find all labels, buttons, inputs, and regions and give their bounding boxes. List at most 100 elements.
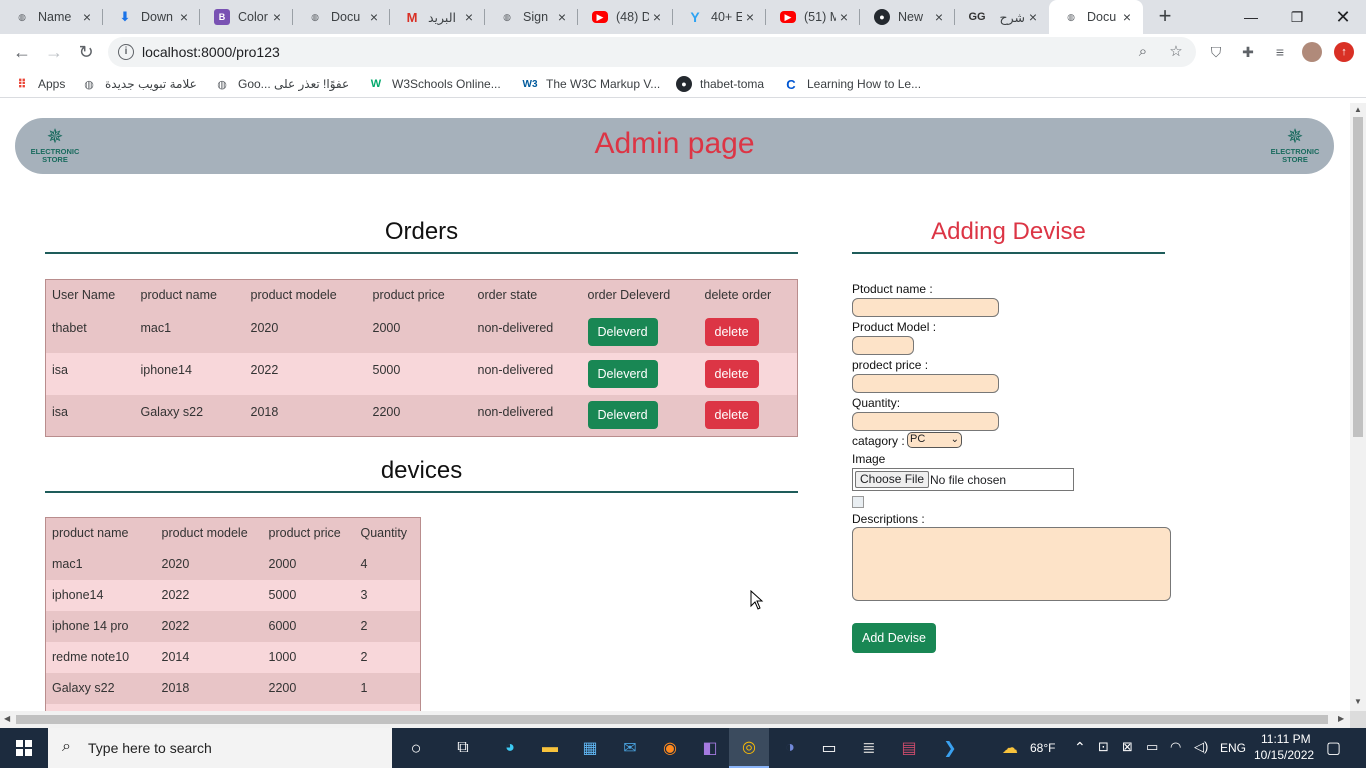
descriptions-textarea[interactable]	[852, 527, 1171, 601]
product-model-input[interactable]	[852, 336, 914, 355]
start-button[interactable]	[0, 728, 48, 768]
store-icon[interactable]: ▦	[570, 728, 610, 768]
info-icon[interactable]: i	[118, 44, 134, 60]
deliver-button[interactable]: Deleverd	[587, 401, 658, 430]
onedrive-icon[interactable]: ⊠	[1122, 739, 1133, 755]
tab-sharh[interactable]: GG شرح ×	[955, 0, 1049, 34]
visual-studio-icon[interactable]: ◧	[690, 728, 730, 768]
delete-order-button[interactable]: delete	[704, 401, 759, 430]
scroll-up-icon[interactable]: ▲	[1354, 105, 1362, 114]
tab-gmail[interactable]: M البريد ×	[390, 0, 485, 34]
clock-date[interactable]: 10/15/2022	[1254, 748, 1314, 762]
close-icon[interactable]: ×	[554, 9, 570, 25]
horizontal-scrollbar[interactable]: ◀ ▶	[0, 711, 1350, 728]
close-icon[interactable]: ×	[269, 9, 285, 25]
cortana-icon[interactable]: ○	[396, 728, 436, 768]
restore-button[interactable]: ❐	[1274, 0, 1320, 34]
minimize-button[interactable]: —	[1228, 0, 1274, 34]
bookmark-github[interactable]: ● thabet-toma	[676, 75, 764, 93]
tab-40-plus[interactable]: Y 40+ E ×	[673, 0, 766, 34]
taskbar-search[interactable]: ⌕ Type here to search	[48, 728, 392, 768]
image-file-input[interactable]: Choose File No file chosen	[852, 468, 1074, 491]
deliver-button[interactable]: Deleverd	[587, 359, 658, 388]
weather-icon[interactable]: ☁	[990, 728, 1030, 768]
bookmark-new-tab[interactable]: ◍ علامة تبويب جديدة	[81, 75, 197, 93]
scroll-right-icon[interactable]: ▶	[1338, 714, 1344, 723]
close-icon[interactable]: ×	[176, 9, 192, 25]
chrome-icon[interactable]: ◎	[729, 728, 769, 768]
scroll-thumb[interactable]	[1353, 117, 1363, 437]
back-button[interactable]: ←	[8, 38, 36, 66]
quantity-input[interactable]	[852, 412, 999, 431]
file-explorer-icon[interactable]: ▬	[530, 728, 570, 768]
media-queue-icon[interactable]: ≡	[1270, 42, 1290, 62]
bookmark-google-error[interactable]: ◍ Goo... عفوًا! تعذر على	[214, 75, 349, 93]
clock-time[interactable]: 11:11 PM	[1261, 732, 1311, 746]
close-icon[interactable]: ×	[461, 9, 477, 25]
firefox-icon[interactable]: ◉	[650, 728, 690, 768]
language-indicator[interactable]: ENG	[1220, 741, 1246, 755]
add-device-button[interactable]: Add Devise	[852, 623, 936, 653]
winrar-icon[interactable]: ▤	[889, 728, 929, 768]
choose-file-button[interactable]: Choose File	[855, 471, 930, 488]
wifi-icon[interactable]: ◠	[1170, 739, 1181, 755]
close-icon[interactable]: ×	[366, 9, 382, 25]
extensions-puzzle-icon[interactable]: ✚	[1238, 42, 1258, 62]
close-icon[interactable]: ×	[1025, 9, 1041, 25]
product-name-input[interactable]	[852, 298, 999, 317]
delete-order-button[interactable]: delete	[704, 359, 759, 388]
scroll-down-icon[interactable]: ▼	[1354, 697, 1362, 706]
bookmark-star-icon[interactable]: ☆	[1165, 41, 1187, 63]
mail-icon[interactable]: ✉	[610, 728, 650, 768]
new-tab-button[interactable]: +	[1152, 4, 1178, 30]
close-icon[interactable]: ×	[79, 9, 95, 25]
close-icon[interactable]: ×	[1119, 9, 1135, 25]
vertical-scrollbar[interactable]: ▲ ▼	[1350, 103, 1366, 711]
forward-button[interactable]: →	[40, 38, 68, 66]
notifications-icon[interactable]: ▢	[1326, 738, 1341, 758]
reload-button[interactable]: ↻	[72, 38, 100, 66]
terminal-icon[interactable]: ▭	[809, 728, 849, 768]
tab-document[interactable]: ◍ Docu ×	[293, 0, 390, 34]
profile-avatar[interactable]	[1302, 42, 1322, 62]
task-view-icon[interactable]: ⧉	[443, 728, 483, 768]
scroll-thumb[interactable]	[16, 715, 1328, 724]
tab-sign[interactable]: ◍ Sign ×	[485, 0, 578, 34]
discord-icon[interactable]: ◑	[770, 728, 810, 768]
close-icon[interactable]: ×	[649, 9, 665, 25]
scroll-left-icon[interactable]: ◀	[4, 714, 10, 723]
vscode-icon[interactable]: ❯	[930, 728, 970, 768]
close-icon[interactable]: ×	[742, 9, 758, 25]
address-bar[interactable]: i localhost:8000/pro123 ⌕ ☆	[108, 37, 1196, 67]
bookmark-w3schools[interactable]: W W3Schools Online...	[368, 75, 501, 93]
delete-order-button[interactable]: delete	[704, 317, 759, 346]
tab-color[interactable]: B Color ×	[200, 0, 293, 34]
bookmark-w3c[interactable]: W3 The W3C Markup V...	[522, 75, 661, 93]
shield-extension-icon[interactable]: ⛉	[1206, 42, 1226, 62]
network-icon[interactable]: ⊡	[1098, 739, 1109, 755]
bookmark-apps[interactable]: ⠿ Apps	[14, 75, 65, 93]
tab-youtube-48[interactable]: ▶ (48) D ×	[578, 0, 673, 34]
tab-document-active[interactable]: ◍ Docu ×	[1049, 0, 1143, 34]
product-price-input[interactable]	[852, 374, 999, 393]
close-window-button[interactable]: ✕	[1320, 0, 1366, 34]
tab-github-new[interactable]: ● New ×	[860, 0, 955, 34]
close-icon[interactable]: ×	[836, 9, 852, 25]
close-icon[interactable]: ×	[931, 9, 947, 25]
tray-chevron-icon[interactable]: ⌃	[1074, 739, 1086, 756]
zoom-icon[interactable]: ⌕	[1132, 41, 1154, 63]
tab-name[interactable]: ◍ Name ×	[0, 0, 103, 34]
update-icon[interactable]: ↑	[1334, 42, 1354, 62]
tab-downloads[interactable]: ⬇ Down ×	[103, 0, 200, 34]
deliver-button[interactable]: Deleverd	[587, 317, 658, 346]
bookmark-coursera[interactable]: C Learning How to Le...	[783, 75, 921, 93]
url-text[interactable]: localhost:8000/pro123	[142, 44, 280, 60]
battery-icon[interactable]: ▭	[1146, 739, 1158, 755]
weather-temp[interactable]: 68°F	[1030, 741, 1055, 755]
column-header: product price	[268, 526, 341, 541]
edge-icon[interactable]: ◕	[490, 728, 530, 768]
database-icon[interactable]: ≣	[849, 728, 889, 768]
volume-icon[interactable]: ◁)	[1194, 739, 1208, 755]
tab-youtube-51[interactable]: ▶ (51) M ×	[766, 0, 860, 34]
category-select[interactable]: PC ⌄	[907, 432, 962, 448]
